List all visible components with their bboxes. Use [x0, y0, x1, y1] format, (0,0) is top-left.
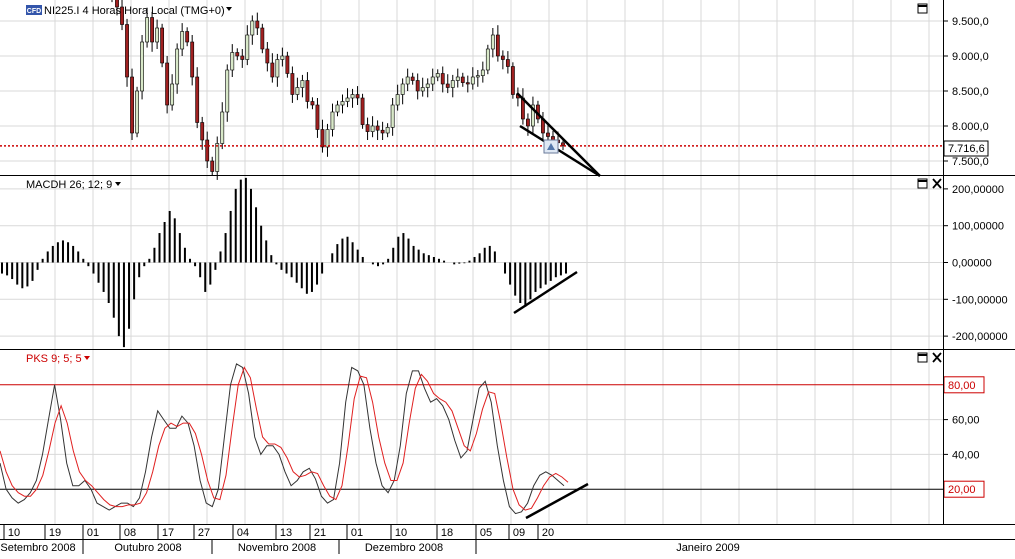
- candle: [130, 68, 134, 140]
- candle: [140, 35, 144, 100]
- macdh-tick-label: 200,00000: [952, 184, 1004, 196]
- x-day-label: 27: [198, 527, 210, 539]
- x-month-label: Novembro 2008: [238, 542, 316, 554]
- candle: [360, 93, 365, 129]
- x-day-label: 01: [87, 527, 99, 539]
- candle: [135, 86, 139, 138]
- x-day-label: 19: [49, 527, 61, 539]
- price-tick-label: 8.000,0: [952, 121, 989, 133]
- maximize-icon[interactable]: [917, 178, 928, 189]
- x-day-label: 01: [351, 527, 363, 539]
- pks-tick-label: 60,00: [952, 415, 980, 427]
- current-price-tag: 7.716,6: [943, 140, 989, 157]
- macdh-tick-label: -200,00000: [952, 331, 1008, 343]
- x-day-label: 21: [314, 527, 326, 539]
- alert-icon[interactable]: [543, 139, 559, 154]
- x-day-label: 05: [480, 527, 492, 539]
- x-month-label: Janeiro 2009: [676, 542, 740, 554]
- x-day-label: 13: [280, 527, 292, 539]
- pks-title: PKS 9; 5; 5: [26, 353, 82, 365]
- macdh-tick-label: 100,00000: [952, 221, 1004, 233]
- x-month-label: Setembro 2008: [0, 542, 75, 554]
- candle: [165, 56, 170, 114]
- trading-chart: 9.500,0 9.000,0 8.500,0 8.000,0 7.500,0 CFD …: [0, 0, 1015, 554]
- candle: [485, 44, 490, 75]
- x-day-label: 04: [237, 527, 249, 539]
- x-day-label: 08: [124, 527, 136, 539]
- price-tick-label: 9.000,0: [952, 51, 989, 63]
- x-day-label: 20: [542, 527, 554, 539]
- maximize-icon[interactable]: [917, 3, 928, 14]
- candle: [125, 18, 129, 87]
- macdh-title: MACDH 26; 12; 9: [26, 179, 112, 191]
- cfd-badge: CFD: [27, 8, 41, 15]
- macdh-tick-label: -100,00000: [952, 294, 1008, 306]
- x-day-label: 10: [395, 527, 407, 539]
- maximize-icon[interactable]: [917, 352, 928, 363]
- price-tick-label: 7.500,0: [952, 156, 989, 168]
- x-day-label: 17: [162, 527, 174, 539]
- macdh-tick-label: 0,00000: [952, 258, 992, 270]
- x-day-label: 09: [513, 527, 525, 539]
- pks-level-label: 80,00: [948, 380, 976, 392]
- candle: [260, 23, 265, 54]
- candle: [160, 23, 165, 68]
- pks-level-label: 20,00: [948, 484, 976, 496]
- chart-window: 9.500,0 9.000,0 8.500,0 8.000,0 7.500,0 CFD …: [0, 0, 1015, 554]
- price-tick-label: 8.500,0: [952, 86, 989, 98]
- x-month-label: Dezembro 2008: [365, 542, 443, 554]
- current-price-label: 7.716,6: [948, 143, 985, 155]
- x-month-label: Outubro 2008: [114, 542, 181, 554]
- price-chart-title: NI225.I 4 Horas Hora Local (TMG+0): [44, 5, 225, 17]
- candle: [510, 62, 515, 99]
- price-tick-label: 9.500,0: [952, 16, 989, 28]
- x-day-label: 10: [8, 527, 20, 539]
- pks-tick-label: 40,00: [952, 449, 980, 461]
- price-title: CFD NI225.I 4 Horas Hora Local (TMG+0): [26, 5, 232, 17]
- x-day-label: 18: [441, 527, 453, 539]
